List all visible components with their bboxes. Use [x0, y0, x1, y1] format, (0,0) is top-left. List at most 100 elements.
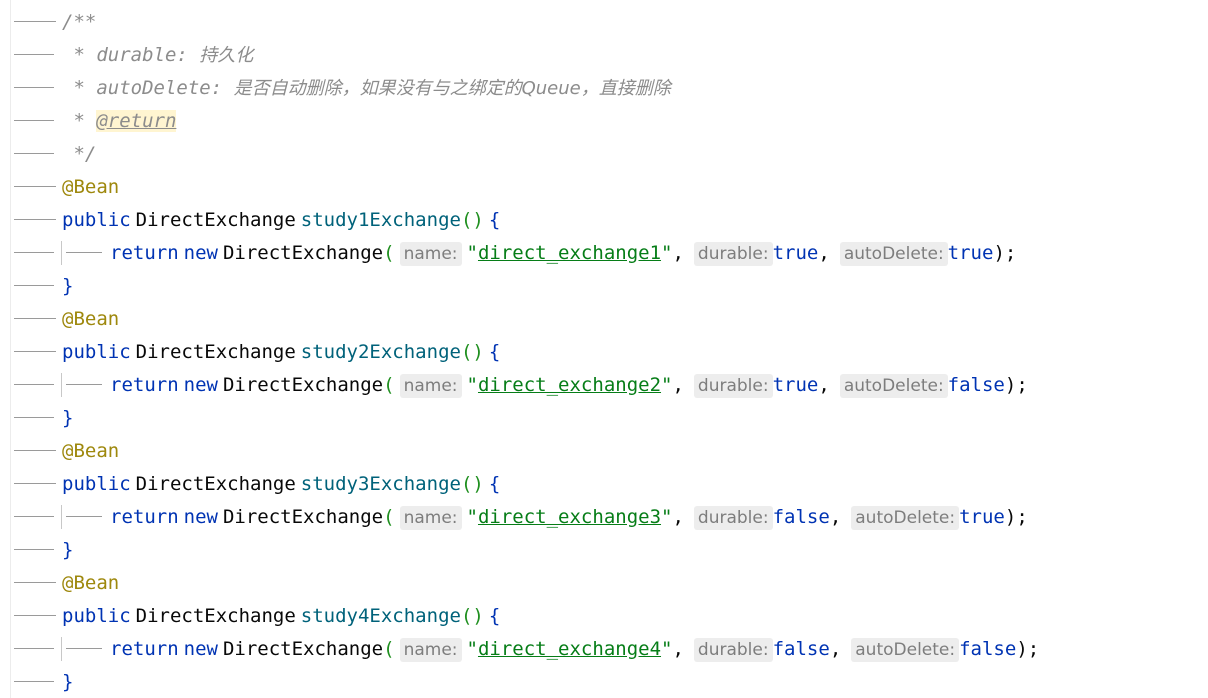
code-line[interactable]: * @return	[0, 104, 1208, 137]
paren: ()	[460, 473, 484, 495]
indent-guide	[14, 351, 56, 352]
code-line[interactable]: public DirectExchange study3Exchange(){	[0, 467, 1208, 500]
comment-open: /**	[62, 11, 97, 33]
keyword-return: return	[110, 638, 179, 660]
paren-open: (	[383, 506, 395, 528]
method-name: study2Exchange	[300, 341, 461, 363]
string-quote: "	[661, 506, 673, 528]
param-hint-name: name:	[399, 506, 462, 530]
keyword-return: return	[110, 242, 179, 264]
code-editor[interactable]: /** * durable: 持久化 * autoDelete: 是否自动删除，…	[0, 0, 1208, 698]
code-line[interactable]: * durable: 持久化	[0, 38, 1208, 71]
string-quote: "	[661, 242, 673, 264]
code-line[interactable]: public DirectExchange study1Exchange(){	[0, 203, 1208, 236]
code-text: @Bean	[62, 175, 119, 199]
annotation: @Bean	[62, 176, 120, 198]
comment-prefix: * autoDelete:	[62, 77, 234, 99]
code-line[interactable]: return new DirectExchange(name: "direct_exc…	[0, 236, 1208, 269]
code-line[interactable]: public DirectExchange study2Exchange(){	[0, 335, 1208, 368]
brace-open: {	[488, 341, 501, 363]
paren: ()	[460, 341, 484, 363]
code-text: @Bean	[62, 439, 119, 463]
code-text: return new DirectExchange(name: "direct_exc…	[110, 373, 1028, 398]
string-value: direct_exchange3	[477, 506, 662, 528]
statement-end: );	[1016, 638, 1040, 660]
code-text: }	[62, 670, 73, 694]
brace-close: }	[62, 539, 74, 561]
code-text: @Bean	[62, 307, 119, 331]
type-name: DirectExchange	[135, 605, 296, 627]
code-text: public DirectExchange study1Exchange(){	[62, 208, 500, 232]
brace-close: }	[62, 671, 74, 693]
string-quote: "	[466, 374, 478, 396]
indent-guide	[14, 21, 56, 22]
indent-guide	[14, 318, 56, 319]
paren-open: (	[383, 638, 395, 660]
code-text: * @return	[62, 109, 177, 133]
comma: ,	[672, 506, 684, 528]
indent-guide	[66, 516, 102, 517]
comment-text: 是否自动删除，如果没有与之绑定的Queue，直接删除	[233, 78, 671, 99]
keyword-new: new	[183, 374, 218, 396]
indent-guide	[14, 417, 54, 418]
code-line[interactable]: }	[0, 665, 1208, 698]
indent-bar	[61, 241, 62, 265]
indent-guide	[66, 384, 102, 385]
string-value: direct_exchange2	[477, 374, 662, 396]
code-text: }	[62, 274, 73, 298]
indent-guide	[14, 450, 56, 451]
indent-guide	[14, 615, 56, 616]
param-hint-name: name:	[399, 638, 462, 662]
indent-guide	[14, 483, 56, 484]
indent-guide	[14, 120, 54, 121]
code-text: }	[62, 538, 73, 562]
code-line[interactable]: @Bean	[0, 170, 1208, 203]
type-name: DirectExchange	[135, 209, 296, 231]
method-name: study3Exchange	[300, 473, 461, 495]
code-text: @Bean	[62, 571, 119, 595]
code-text: public DirectExchange study4Exchange(){	[62, 604, 500, 628]
indent-guide	[14, 384, 54, 385]
indent-guide	[14, 549, 54, 550]
code-text: */	[62, 142, 96, 166]
keyword-new: new	[183, 506, 218, 528]
type-name: DirectExchange	[222, 638, 384, 660]
indent-guide	[14, 285, 54, 286]
code-line[interactable]: */	[0, 137, 1208, 170]
comment-prefix: *	[62, 110, 97, 132]
code-line[interactable]: }	[0, 533, 1208, 566]
annotation: @Bean	[62, 572, 120, 594]
code-line[interactable]: return new DirectExchange(name: "direct_exc…	[0, 632, 1208, 665]
code-line[interactable]: @Bean	[0, 566, 1208, 599]
brace-open: {	[488, 605, 501, 627]
indent-guide	[14, 219, 56, 220]
durable-value: true	[772, 242, 819, 264]
code-line[interactable]: }	[0, 401, 1208, 434]
comma: ,	[818, 242, 830, 264]
method-name: study1Exchange	[300, 209, 461, 231]
keyword-public: public	[62, 605, 131, 627]
keyword-return: return	[110, 374, 179, 396]
param-hint-durable: durable:	[693, 506, 773, 530]
code-line[interactable]: return new DirectExchange(name: "direct_exc…	[0, 368, 1208, 401]
annotation: @Bean	[62, 440, 120, 462]
indent-guide	[14, 153, 54, 154]
brace-close: }	[62, 407, 74, 429]
code-line[interactable]: @Bean	[0, 302, 1208, 335]
string-value: direct_exchange1	[477, 242, 662, 264]
string-quote: "	[466, 638, 478, 660]
comma: ,	[672, 374, 684, 396]
code-line[interactable]: * autoDelete: 是否自动删除，如果没有与之绑定的Queue，直接删除	[0, 71, 1208, 104]
code-line[interactable]: }	[0, 269, 1208, 302]
keyword-new: new	[183, 638, 218, 660]
code-line[interactable]: /**	[0, 5, 1208, 38]
indent-guide	[14, 252, 54, 253]
statement-end: );	[993, 242, 1017, 264]
brace-open: {	[488, 473, 501, 495]
indent-guide	[14, 54, 54, 55]
statement-end: );	[1004, 506, 1028, 528]
keyword-return: return	[110, 506, 179, 528]
code-line[interactable]: return new DirectExchange(name: "direct_exc…	[0, 500, 1208, 533]
code-line[interactable]: @Bean	[0, 434, 1208, 467]
code-line[interactable]: public DirectExchange study4Exchange(){	[0, 599, 1208, 632]
